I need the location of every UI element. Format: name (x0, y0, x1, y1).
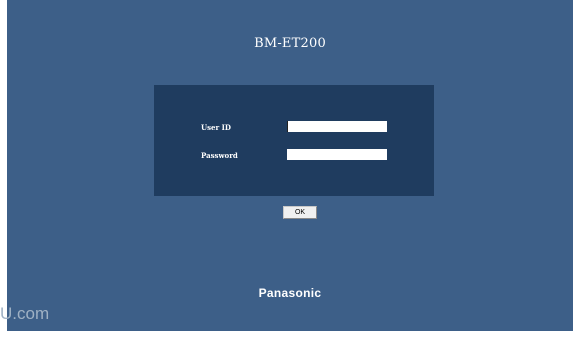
page: BM-ET200 User ID Password OK Panasonic U… (0, 0, 576, 338)
login-panel: User ID Password (154, 85, 434, 196)
panasonic-logo: Panasonic (258, 286, 322, 300)
ok-button[interactable]: OK (283, 206, 317, 219)
watermark-text: U.com (0, 304, 50, 323)
user-id-label: User ID (201, 123, 231, 132)
user-id-input[interactable] (287, 121, 387, 132)
password-label: Password (201, 151, 238, 160)
password-input[interactable] (287, 149, 387, 160)
app-title: BM-ET200 (254, 36, 326, 51)
login-screen: BM-ET200 User ID Password OK Panasonic (7, 0, 573, 331)
